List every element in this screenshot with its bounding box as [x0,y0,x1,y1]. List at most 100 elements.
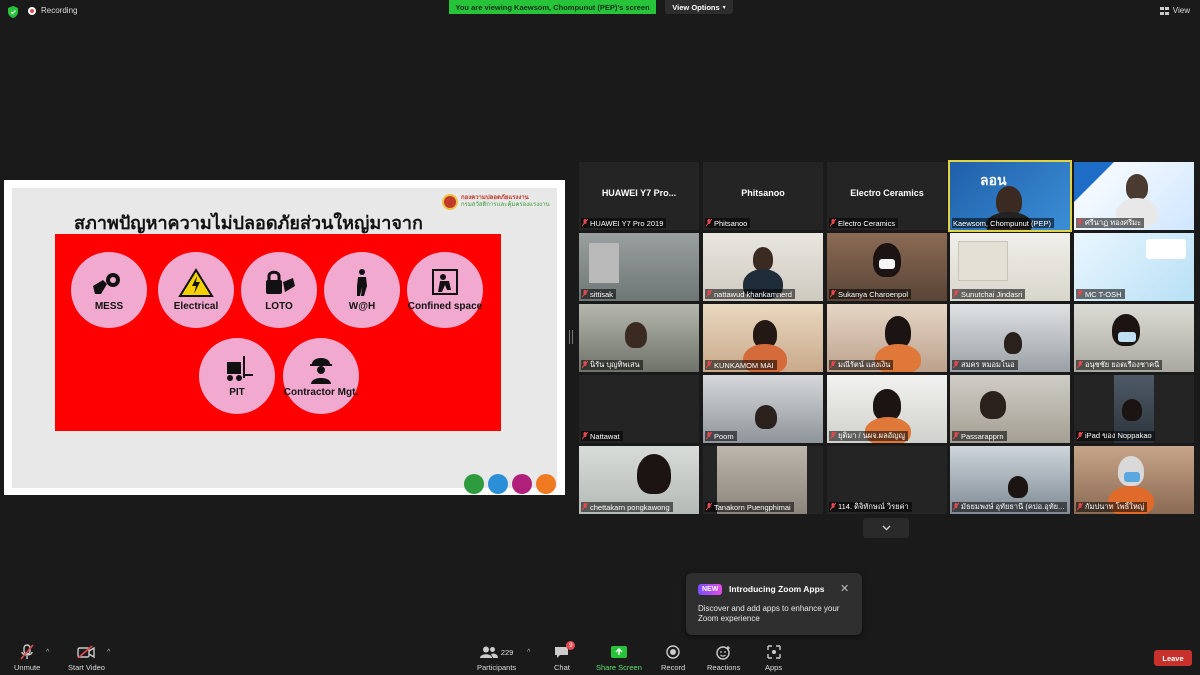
new-badge: NEW [698,584,723,595]
popup-title: Introducing Zoom Apps [729,584,825,594]
participant-tile[interactable]: MC T-OSH [1074,233,1194,301]
participant-name: ศรีนาฏ ทองศรีมะ [1085,218,1142,227]
participant-label: iPad ของ Noppakao [1076,431,1155,441]
person-silhouette [980,391,1006,419]
participant-tile[interactable]: sittisak [579,233,699,301]
reactions-button[interactable]: Reactions [707,644,740,672]
background-logo [1146,239,1186,259]
participant-tile[interactable]: Phitsanoo Phitsanoo [703,162,823,230]
shield-nav-icon[interactable] [512,474,532,494]
apps-button[interactable]: Apps [765,644,782,672]
participant-tile[interactable]: ศรีนาฏ ทองศรีมะ [1074,162,1194,230]
participant-tile[interactable]: อนุชชัย ยอดเรืองชาคนี [1074,304,1194,372]
participant-tile[interactable]: กัมปนาท โพธิ์ใหญ่ [1074,446,1194,514]
viewing-banner: You are viewing Kaewsom, Chompunut (PEP)… [449,0,656,14]
electric-warning-icon [178,268,214,297]
participant-tile[interactable]: Sukanya Charoenpol [827,233,947,301]
muted-mic-icon [706,219,712,227]
logo-line-2: กรมสวัสดิการและคุ้มครองแรงงาน [461,202,550,208]
muted-mic-icon [1077,503,1083,511]
participant-tile[interactable]: HUAWEI Y7 Pro... HUAWEI Y7 Pro 2019 [579,162,699,230]
participant-tile[interactable]: Passarapprn [950,375,1070,443]
participant-label: chettakarn pongkawong [581,502,673,512]
start-video-button[interactable]: Start Video [68,644,105,672]
participant-tile[interactable]: Sunutchai Jindasri [950,233,1070,301]
participant-tile[interactable]: Poom [703,375,823,443]
participant-tile[interactable]: iPad ของ Noppakao [1074,375,1194,443]
face-mask [879,259,895,269]
participant-name: iPad ของ Noppakao [1085,431,1152,440]
participant-name: Tanakorn Puengphimai [714,502,791,512]
slide-title: สภาพปัญหาความไม่ปลอดภัยส่วนใหญ่มาจาก [74,213,423,233]
participant-name: อนุชชัย ยอดเรืองชาคนี [1085,360,1160,369]
participant-tile[interactable]: มัธยมพงษ์ อุทัยธานี (คปอ.อุทัย... [950,446,1070,514]
record-button[interactable]: Record [661,644,685,672]
share-screen-button[interactable]: Share Screen [596,644,642,672]
expand-gallery-button[interactable] [863,518,909,538]
participant-tile[interactable]: นิรัน บุญทิพเสน [579,304,699,372]
participant-gallery: HUAWEI Y7 Pro... HUAWEI Y7 Pro 2019 Phit… [579,160,1195,515]
participant-name: กัมปนาท โพธิ์ใหญ่ [1085,502,1145,511]
forklift-icon [227,356,253,381]
shared-screen[interactable]: สภาพปัญหาความไม่ปลอดภัยส่วนใหญ่มาจาก กอง… [4,180,565,495]
participant-tile[interactable]: 114. ดิจิทักษณ์ วิรยค่า [827,446,947,514]
participant-name: HUAWEI Y7 Pro 2019 [590,218,664,228]
participant-label: Electro Ceramics [829,218,899,228]
participant-tile[interactable]: chettakarn pongkawong [579,446,699,514]
view-options-button[interactable]: View Options ▾ [665,0,733,14]
confined-space-icon [432,269,458,295]
participant-label: Phitsanoo [705,218,751,228]
slide-logo: กองความปลอดภัยแรงงาน กรมสวัสดิการและคุ้ม… [442,194,550,210]
view-button[interactable]: View [1159,6,1190,15]
participant-tile[interactable]: nattawud khankamnerd [703,233,823,301]
participant-tile[interactable]: Nattawat [579,375,699,443]
muted-mic-icon [20,644,34,660]
participant-tile[interactable]: สมคร หมอมโนอ [950,304,1070,372]
participant-name: มณีรัตน์ แสงเงิน [838,360,891,369]
person-silhouette [753,247,773,271]
participant-label: สมคร หมอมโนอ [952,360,1018,370]
participant-tile[interactable]: มณีรัตน์ แสงเงิน [827,304,947,372]
hazard-label: MESS [94,301,124,312]
participant-label: Kaewsom, Chompunut (PEP) [952,218,1054,228]
participant-tile[interactable]: KUNKAMOM MAI [703,304,823,372]
participant-name: Poom [714,431,734,441]
participant-name: Phitsanoo [714,218,748,228]
person-silhouette [1008,476,1028,498]
plus-icon[interactable] [536,474,556,494]
muted-mic-icon [1077,290,1083,298]
participant-name: ยุติมา / นผจ.ผลอัญญู [838,431,905,440]
participant-tile[interactable]: Electro Ceramics Electro Ceramics [827,162,947,230]
participant-tile-active-speaker[interactable]: ลอน Kaewsom, Chompunut (PEP) [948,160,1072,232]
gear-hand-icon [93,273,120,294]
heart-icon[interactable] [488,474,508,494]
participant-name: Passarapprn [961,431,1004,441]
participant-tile[interactable]: ยุติมา / นผจ.ผลอัญญู [827,375,947,443]
shield-icon[interactable] [8,6,18,18]
chevron-down-icon: ▾ [722,4,726,11]
participant-tile[interactable]: Tanakorn Puengphimai [703,446,823,514]
chevron-down-icon [882,525,890,531]
participants-button[interactable]: 229 Participants [477,644,516,672]
zoom-meeting-window: Recording You are viewing Kaewsom, Chomp… [0,0,1200,675]
close-icon[interactable]: ✕ [840,582,849,595]
participant-name: KUNKAMOM MAI [714,360,774,370]
resize-handle[interactable] [569,330,573,344]
leave-button[interactable]: Leave [1154,650,1192,666]
participant-name: MC T-OSH [1085,289,1122,299]
unmute-button[interactable]: Unmute [14,644,40,672]
participants-options-caret[interactable]: ^ [527,649,530,656]
view-label: View [1172,6,1190,15]
top-bar: Recording You are viewing Kaewsom, Chomp… [0,0,1200,24]
video-options-caret[interactable]: ^ [107,649,110,656]
participant-name: สมคร หมอมโนอ [961,360,1015,369]
audio-options-caret[interactable]: ^ [46,649,49,656]
recording-indicator[interactable]: Recording [28,6,77,15]
chat-button[interactable]: 9 Chat [554,641,576,672]
muted-mic-icon [953,290,959,298]
muted-mic-icon [706,290,712,298]
chat-label: Chat [554,663,570,672]
leaf-icon[interactable] [464,474,484,494]
background-logo: ลอน [980,172,1007,188]
muted-mic-icon [582,290,588,298]
